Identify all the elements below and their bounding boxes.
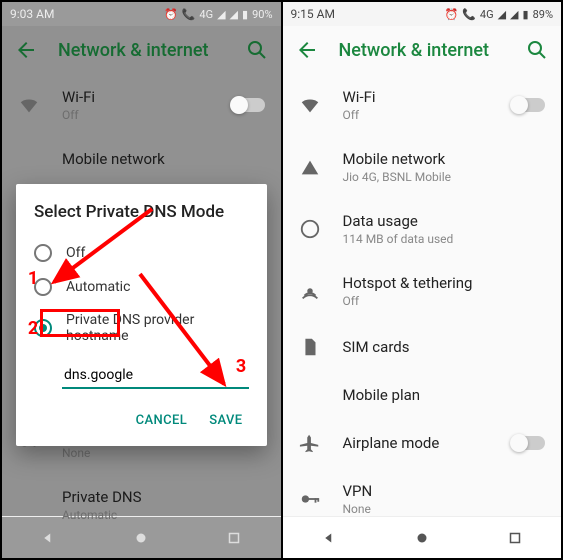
radio-option-off[interactable]: Off xyxy=(34,236,249,270)
row-private-dns[interactable]: Private DNS Automatic xyxy=(2,474,281,536)
row-sublabel: Automatic xyxy=(62,508,265,522)
app-bar: Network & internet xyxy=(2,26,281,74)
volte-icon: 📞 xyxy=(182,8,196,21)
data-icon xyxy=(299,218,321,240)
battery-label: 89% xyxy=(533,8,553,21)
row-sublabel: Off xyxy=(343,108,490,122)
row-wifi[interactable]: Wi-Fi Off xyxy=(283,74,562,136)
radio-icon xyxy=(34,319,52,337)
status-bar: 9:15 AM ⏰ 📞 4G ◢ ◢ ▮ 89% xyxy=(283,2,562,26)
airplane-icon xyxy=(299,432,321,454)
radio-option-automatic[interactable]: Automatic xyxy=(34,270,249,304)
wifi-toggle[interactable] xyxy=(511,98,545,112)
row-label: Wi-Fi xyxy=(62,88,209,106)
status-icons: ⏰ 📞 4G ◢ ◢ ▮ 89% xyxy=(444,8,553,21)
row-data-usage[interactable]: Data usage 114 MB of data used xyxy=(283,198,562,260)
wifi-toggle[interactable] xyxy=(231,98,265,112)
radio-icon xyxy=(34,278,52,296)
app-bar: Network & internet xyxy=(283,26,562,74)
back-icon[interactable] xyxy=(14,38,38,62)
radio-icon xyxy=(34,244,52,262)
signal-icon: ◢ xyxy=(498,8,506,21)
row-label: Private DNS xyxy=(62,488,265,506)
private-dns-dialog: Select Private DNS Mode Off Automatic Pr… xyxy=(16,184,267,446)
radio-label: Automatic xyxy=(66,279,130,295)
hotspot-icon xyxy=(299,280,321,302)
row-sublabel: Off xyxy=(62,108,209,122)
search-icon[interactable] xyxy=(245,38,269,62)
row-label: Mobile network xyxy=(62,150,265,168)
save-button[interactable]: SAVE xyxy=(209,413,242,428)
phone-right: 9:15 AM ⏰ 📞 4G ◢ ◢ ▮ 89% Network & inter… xyxy=(283,2,562,558)
back-icon[interactable] xyxy=(295,38,319,62)
battery-label: 90% xyxy=(252,8,272,21)
radio-label: Private DNS provider hostname xyxy=(66,312,249,344)
search-icon[interactable] xyxy=(525,38,549,62)
row-wifi[interactable]: Wi-Fi Off xyxy=(2,74,281,136)
settings-list: Wi-Fi Off Mobile network Jio 4G, BSNL Mobi… xyxy=(283,74,562,516)
row-label: Airplane mode xyxy=(343,434,490,452)
row-airplane[interactable]: Airplane mode xyxy=(283,418,562,468)
dns-hostname-field[interactable] xyxy=(64,367,247,383)
signal-icon: ◢ xyxy=(230,8,238,21)
network-label: 4G xyxy=(199,8,213,21)
battery-icon: ▮ xyxy=(523,8,529,21)
row-mobile-network[interactable]: Mobile network xyxy=(2,136,281,182)
row-sublabel: None xyxy=(343,502,546,516)
row-label: Hotspot & tethering xyxy=(343,274,546,292)
page-title: Network & internet xyxy=(58,40,225,61)
network-label: 4G xyxy=(480,8,494,21)
page-title: Network & internet xyxy=(339,40,506,61)
row-sublabel: Jio 4G, BSNL Mobile xyxy=(343,170,546,184)
nav-recent-icon[interactable] xyxy=(506,529,524,547)
signal-icon: ◢ xyxy=(217,8,225,21)
row-sublabel: None xyxy=(62,446,265,460)
simcard-icon xyxy=(299,336,321,358)
row-sim-cards[interactable]: SIM cards xyxy=(283,322,562,372)
radio-option-hostname[interactable]: Private DNS provider hostname xyxy=(34,304,249,352)
row-hotspot[interactable]: Hotspot & tethering Off xyxy=(283,260,562,322)
nav-bar xyxy=(283,516,562,558)
battery-icon: ▮ xyxy=(242,8,248,21)
row-label: Data usage xyxy=(343,212,546,230)
status-time: 9:03 AM xyxy=(10,7,54,21)
status-icons: ⏰ 📞 4G ◢ ◢ ▮ 90% xyxy=(164,8,273,21)
row-label: VPN xyxy=(343,482,546,500)
wifi-icon xyxy=(18,94,40,116)
airplane-toggle[interactable] xyxy=(511,436,545,450)
radio-label: Off xyxy=(66,245,85,261)
alarm-icon: ⏰ xyxy=(164,8,178,21)
status-bar: 9:03 AM ⏰ 📞 4G ◢ ◢ ▮ 90% xyxy=(2,2,281,26)
row-sublabel: Off xyxy=(343,294,546,308)
row-label: Mobile network xyxy=(343,150,546,168)
wifi-icon xyxy=(299,94,321,116)
sim-icon xyxy=(299,156,321,178)
dns-hostname-field-wrap xyxy=(62,360,249,389)
row-vpn[interactable]: VPN None xyxy=(283,468,562,516)
status-time: 9:15 AM xyxy=(291,7,335,21)
row-sublabel: 114 MB of data used xyxy=(343,232,546,246)
phone-left: 9:03 AM ⏰ 📞 4G ◢ ◢ ▮ 90% Network & inter… xyxy=(2,2,283,558)
row-label: Mobile plan xyxy=(343,386,546,404)
row-mobile-network[interactable]: Mobile network Jio 4G, BSNL Mobile xyxy=(283,136,562,198)
cancel-button[interactable]: CANCEL xyxy=(136,413,188,428)
volte-icon: 📞 xyxy=(462,8,476,21)
nav-home-icon[interactable] xyxy=(413,529,431,547)
row-mobile-plan[interactable]: Mobile plan xyxy=(283,372,562,418)
alarm-icon: ⏰ xyxy=(444,8,458,21)
key-icon xyxy=(299,488,321,510)
nav-back-icon[interactable] xyxy=(320,529,338,547)
row-label: Wi-Fi xyxy=(343,88,490,106)
row-label: SIM cards xyxy=(343,338,546,356)
signal-icon: ◢ xyxy=(510,8,518,21)
dialog-title: Select Private DNS Mode xyxy=(34,202,249,222)
